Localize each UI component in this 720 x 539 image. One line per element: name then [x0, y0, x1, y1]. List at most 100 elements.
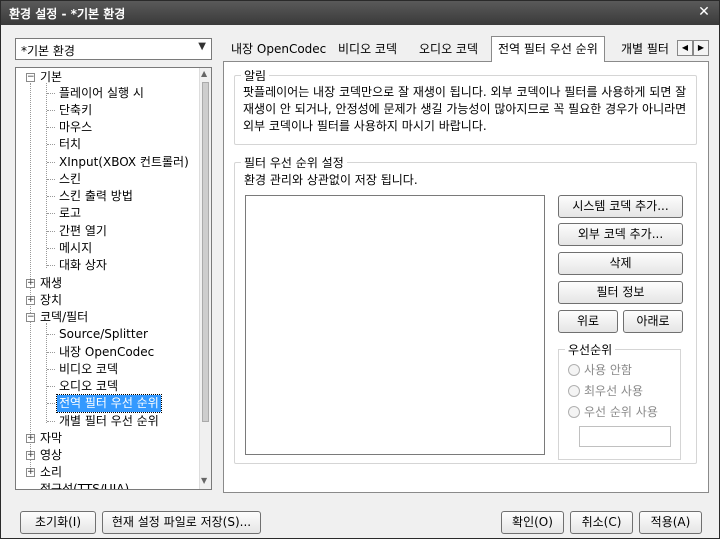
tree-item-codec[interactable]: 코덱/필터 [40, 309, 88, 326]
tree-item-playback[interactable]: 재생 [40, 275, 62, 292]
delete-button[interactable]: 삭제 [558, 252, 683, 275]
tree-connector [47, 110, 55, 111]
notice-text: 팟플레이어는 내장 코덱만으로 잘 재생이 됩니다. 외부 코덱이나 필터를 사… [243, 85, 687, 133]
tree-item-basic[interactable]: 기본 [40, 69, 62, 86]
preferences-window: 환경 설정 - *기본 환경 ✕ *기본 환경 ▼ − 기본 플레이어 실행 시… [0, 0, 720, 539]
tree-connector [47, 421, 55, 422]
tree-item-audio-codec[interactable]: 오디오 코덱 [59, 378, 118, 395]
radio-label: 사용 안함 [584, 363, 632, 377]
expand-icon[interactable]: + [26, 468, 35, 477]
expand-icon[interactable]: + [26, 451, 35, 460]
save-settings-button[interactable]: 현재 설정 파일로 저장(S)... [102, 511, 261, 534]
radio-label: 우선 순위 사용 [584, 405, 658, 419]
filter-info-button[interactable]: 필터 정보 [558, 281, 683, 304]
tree-item-dialog[interactable]: 대화 상자 [59, 257, 107, 274]
tree-item-opencodec[interactable]: 내장 OpenCodec [59, 344, 154, 361]
tree-connector [47, 369, 55, 370]
tree-item-skin[interactable]: 스킨 [59, 171, 81, 188]
tab-individual-filter[interactable]: 개별 필터 [615, 39, 675, 62]
priority-legend: 우선순위 [565, 341, 616, 358]
radio-priority-order[interactable]: 우선 순위 사용 [568, 404, 658, 420]
tree-item-skin-output[interactable]: 스킨 출력 방법 [59, 188, 133, 205]
tree-scrollbar[interactable]: ▲ ▼ [199, 68, 211, 489]
cancel-button[interactable]: 취소(C) [570, 511, 633, 534]
tree-item-message[interactable]: 메시지 [59, 240, 92, 257]
tree-connector [47, 144, 55, 145]
tree-item-accessibility[interactable]: 접근성(TTS/UIA) [40, 481, 129, 489]
tree-item-source-splitter[interactable]: Source/Splitter [59, 326, 148, 343]
tree-connector [47, 179, 55, 180]
collapse-icon[interactable]: − [26, 313, 35, 322]
priority-input[interactable] [579, 426, 671, 447]
preset-dropdown[interactable]: *기본 환경 ▼ [15, 38, 212, 60]
tree-item-audio[interactable]: 소리 [40, 464, 62, 481]
radio-highest-priority[interactable]: 최우선 사용 [568, 383, 643, 399]
priority-group: 우선순위 사용 안함 최우선 사용 우선 순위 사용 [558, 341, 681, 460]
tab-audio-codec[interactable]: 오디오 코덱 [413, 39, 484, 62]
tab-scroll: ◀ ▶ [677, 39, 709, 57]
filter-legend: 필터 우선 순위 설정 [241, 154, 347, 171]
tree-connector [47, 352, 55, 353]
ok-button[interactable]: 확인(O) [501, 511, 564, 534]
tree-item-touch[interactable]: 터치 [59, 136, 81, 153]
tab-video-codec[interactable]: 비디오 코덱 [332, 39, 403, 62]
tree-item-shortcuts[interactable]: 단축키 [59, 102, 92, 119]
tree-connector [47, 248, 55, 249]
notice-legend: 알림 [241, 67, 270, 84]
tree-item-global-filter-priority[interactable]: 전역 필터 우선 순위 [56, 394, 162, 413]
scroll-down-icon[interactable]: ▼ [201, 476, 207, 485]
radio-icon [568, 385, 580, 397]
filter-description: 환경 관리와 상관없이 저장 됩니다. [244, 173, 418, 187]
radio-icon [568, 406, 580, 418]
tree-connector [47, 231, 55, 232]
expand-icon[interactable]: + [26, 296, 35, 305]
expand-icon[interactable]: + [26, 279, 35, 288]
preset-value: *기본 환경 [21, 44, 75, 58]
close-icon[interactable]: ✕ [695, 4, 713, 20]
tree-item-video-codec[interactable]: 비디오 코덱 [59, 361, 118, 378]
scroll-up-icon[interactable]: ▲ [201, 69, 207, 78]
tree-item-individual-filter-priority[interactable]: 개별 필터 우선 순위 [59, 413, 159, 430]
chevron-right-icon[interactable]: ▶ [693, 40, 709, 56]
tree-item-quick-open[interactable]: 간편 열기 [59, 223, 107, 240]
tab-panel: 알림 팟플레이어는 내장 코덱만으로 잘 재생이 됩니다. 외부 코덱이나 필터… [223, 61, 709, 493]
tree-line [46, 323, 47, 423]
filter-priority-group: 필터 우선 순위 설정 환경 관리와 상관없이 저장 됩니다. 시스템 코덱 추… [234, 154, 697, 464]
tree-item-xinput[interactable]: XInput(XBOX 컨트롤러) [59, 154, 189, 171]
tree-item-mouse[interactable]: 마우스 [59, 119, 92, 136]
expand-icon[interactable]: + [26, 434, 35, 443]
tab-global-filter-priority[interactable]: 전역 필터 우선 순위 [491, 36, 605, 62]
scroll-thumb[interactable] [202, 82, 209, 422]
collapse-icon[interactable]: − [26, 73, 35, 82]
tree-item-logo[interactable]: 로고 [59, 205, 81, 222]
move-up-button[interactable]: 위로 [558, 310, 618, 333]
tree-connector [47, 127, 55, 128]
tree-connector [47, 213, 55, 214]
add-system-codec-button[interactable]: 시스템 코덱 추가... [558, 195, 683, 218]
window-title: 환경 설정 - *기본 환경 [9, 7, 126, 21]
tree-connector [47, 386, 55, 387]
radio-no-priority[interactable]: 사용 안함 [568, 362, 632, 378]
chevron-left-icon[interactable]: ◀ [677, 40, 693, 56]
tree-connector [47, 265, 55, 266]
tree-item-video[interactable]: 영상 [40, 447, 62, 464]
tree-item-subtitle[interactable]: 자막 [40, 430, 62, 447]
footer-bar: 초기화(I) 현재 설정 파일로 저장(S)... 확인(O) 취소(C) 적용… [1, 501, 719, 538]
tree-connector [47, 162, 55, 163]
tab-strip: 내장 OpenCodec 비디오 코덱 오디오 코덱 전역 필터 우선 순위 개… [223, 36, 709, 62]
filter-list[interactable] [245, 195, 545, 455]
tree-connector [47, 334, 55, 335]
reset-button[interactable]: 초기화(I) [20, 511, 96, 534]
apply-button[interactable]: 적용(A) [639, 511, 702, 534]
tab-opencodec[interactable]: 내장 OpenCodec [225, 39, 332, 62]
tree-item-device[interactable]: 장치 [40, 292, 62, 309]
tree-connector [47, 403, 55, 404]
settings-tree[interactable]: − 기본 플레이어 실행 시 단축키 마우스 터치 XInput(XBOX 컨트… [15, 67, 212, 490]
radio-icon [568, 364, 580, 376]
notice-group: 알림 팟플레이어는 내장 코덱만으로 잘 재생이 됩니다. 외부 코덱이나 필터… [234, 67, 697, 145]
add-external-codec-button[interactable]: 외부 코덱 추가... [558, 223, 683, 246]
move-down-button[interactable]: 아래로 [623, 310, 683, 333]
title-bar: 환경 설정 - *기본 환경 ✕ [1, 1, 719, 25]
tree-connector [47, 196, 55, 197]
tree-item-player-start[interactable]: 플레이어 실행 시 [59, 85, 144, 102]
